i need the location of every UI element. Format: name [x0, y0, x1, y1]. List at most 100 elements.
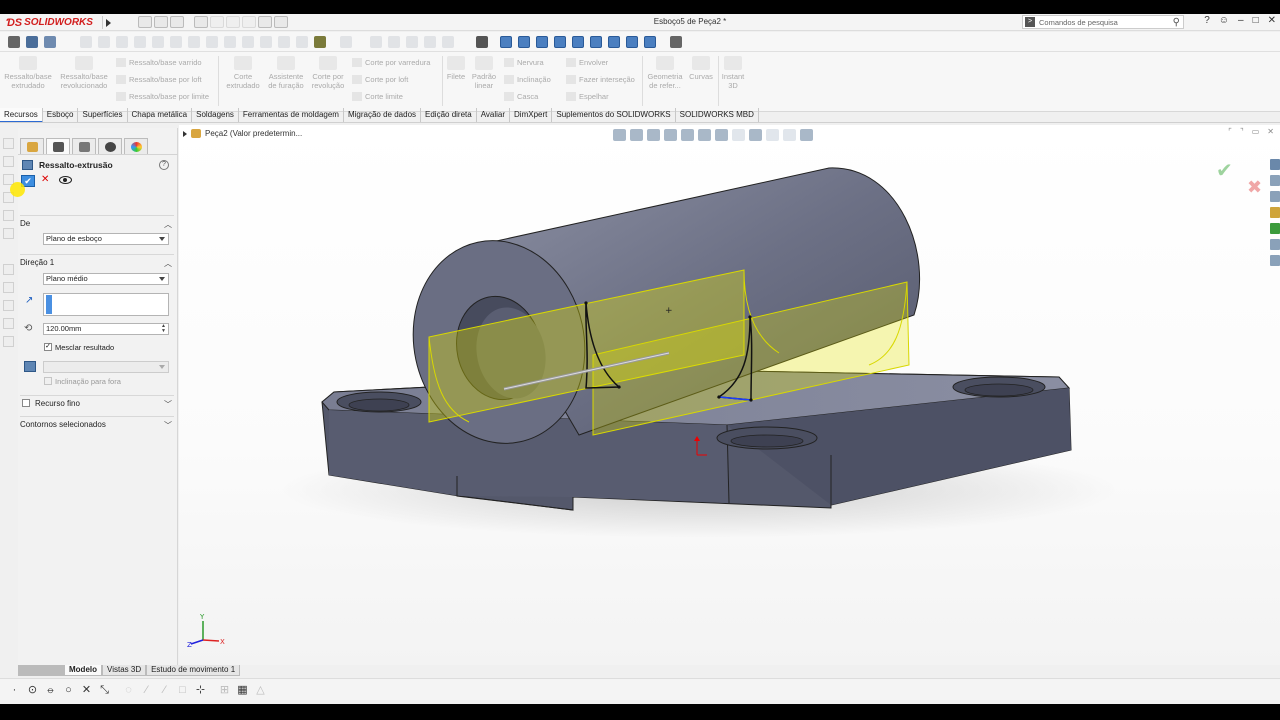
fillet-button[interactable]: Filete	[444, 56, 468, 81]
home-icon[interactable]	[1270, 159, 1280, 170]
tool-icon[interactable]: ◌	[122, 684, 135, 696]
view-triad-icon[interactable]: Y X Z	[187, 613, 225, 649]
close-button[interactable]: ✕	[1268, 15, 1276, 26]
sketch-tool-icon[interactable]	[314, 36, 326, 48]
normal-to-icon[interactable]	[476, 36, 488, 48]
merge-result-checkbox[interactable]: ✓	[44, 343, 52, 351]
featuremanager-tab[interactable]	[20, 138, 44, 154]
tool-icon[interactable]	[296, 36, 308, 48]
view-right-icon[interactable]	[554, 36, 566, 48]
minimize-button[interactable]: –	[1238, 15, 1244, 26]
preview-eye-icon[interactable]	[58, 174, 72, 184]
solidworks-logo[interactable]: ƊS SOLIDWORKS	[6, 16, 93, 29]
tool-icon[interactable]	[152, 36, 164, 48]
feature-tree-icon[interactable]	[3, 156, 14, 167]
tab-chapa-metalica[interactable]: Chapa metálica	[128, 108, 193, 123]
shell-button[interactable]: Casca	[504, 92, 538, 101]
tab-avaliar[interactable]: Avaliar	[477, 108, 511, 123]
intersect-button[interactable]: Fazer interseção	[566, 75, 635, 84]
dimension-icon[interactable]: ⊹	[194, 684, 207, 696]
user-icon[interactable]: ☺	[1219, 15, 1229, 26]
collapse-chevron-icon[interactable]: ︿	[164, 219, 172, 230]
collapse-chevron-icon[interactable]: ︿	[164, 258, 172, 269]
view-left-icon[interactable]	[536, 36, 548, 48]
open-document-icon[interactable]	[154, 16, 168, 28]
draft-outward-checkbox[interactable]	[44, 377, 52, 385]
tab-soldagens[interactable]: Soldagens	[192, 108, 239, 123]
tool-icon[interactable]	[340, 36, 352, 48]
depth-spinbox[interactable]: 120.00mm ▲ ▼	[43, 323, 169, 335]
tool-icon[interactable]	[80, 36, 92, 48]
selected-contours-section[interactable]: Contornos selecionados ﹀	[20, 416, 174, 431]
help-menu-button[interactable]: ?	[1204, 15, 1210, 26]
tab-dimxpert[interactable]: DimXpert	[510, 108, 553, 123]
revolve-boss-button[interactable]: Ressalto/base revolucionado	[56, 56, 112, 90]
feature-tree-icon[interactable]	[3, 318, 14, 329]
file-properties-icon[interactable]	[258, 16, 272, 28]
tab-migracao-de-dados[interactable]: Migração de dados	[344, 108, 422, 123]
extrude-boss-button[interactable]: Ressalto/base extrudado	[2, 56, 54, 90]
curves-button[interactable]: Curvas	[686, 56, 716, 81]
maximize-button[interactable]: □	[1253, 15, 1259, 26]
end-condition-select[interactable]: Plano médio	[43, 273, 169, 285]
sum-icon[interactable]	[224, 36, 236, 48]
tool-icon[interactable]	[260, 36, 272, 48]
sketch-icon[interactable]	[670, 36, 682, 48]
tool-icon[interactable]: △	[254, 684, 267, 696]
expand-chevron-icon[interactable]: ﹀	[164, 420, 172, 431]
boundary-cut-button[interactable]: Corte limite	[352, 92, 403, 101]
save-icon[interactable]	[170, 16, 184, 28]
dimxpertmanager-tab[interactable]	[98, 138, 122, 154]
tool-icon[interactable]	[98, 36, 110, 48]
trim-icon[interactable]: ✕	[80, 684, 93, 696]
view-top-icon[interactable]	[572, 36, 584, 48]
draft-button[interactable]: Inclinação	[504, 75, 551, 84]
tab-solidworks-mbd[interactable]: SOLIDWORKS MBD	[676, 108, 759, 123]
view-dimetric-icon[interactable]	[644, 36, 656, 48]
tool-icon[interactable]	[170, 36, 182, 48]
scroll-tab-placeholder[interactable]	[18, 665, 64, 676]
revolved-cut-button[interactable]: Corte por revolução	[308, 56, 348, 90]
tool-icon[interactable]: ⁄	[158, 684, 171, 696]
file-explorer-icon[interactable]	[1270, 207, 1280, 218]
circle-icon[interactable]: ○	[62, 684, 75, 696]
feature-tree-icon[interactable]	[3, 300, 14, 311]
thin-feature-section[interactable]: Recurso fino ﹀	[20, 395, 174, 409]
tool-icon[interactable]: ⊞	[218, 684, 231, 696]
lofted-cut-button[interactable]: Corte por loft	[352, 75, 408, 84]
grid-icon[interactable]: ▦	[236, 684, 249, 696]
tool-icon[interactable]	[370, 36, 382, 48]
view-icon[interactable]	[26, 36, 38, 48]
tab-estudo-de-movimento[interactable]: Estudo de movimento 1	[146, 665, 241, 676]
view-trimetric-icon[interactable]	[626, 36, 638, 48]
tool-icon[interactable]	[134, 36, 146, 48]
feature-tree-icon[interactable]	[3, 264, 14, 275]
view-isometric-icon[interactable]	[608, 36, 620, 48]
graphics-area[interactable]: Peça2 (Valor predetermin... ⌜ ⌝ ▭ ✕ ✔ ✖	[179, 125, 1280, 665]
mirror-button[interactable]: Espelhar	[566, 92, 609, 101]
tool-icon[interactable]	[242, 36, 254, 48]
tool-icon[interactable]	[442, 36, 454, 48]
tab-suplementos[interactable]: Suplementos do SOLIDWORKS	[552, 108, 676, 123]
options-gear-icon[interactable]	[274, 16, 288, 28]
displaymanager-tab[interactable]	[124, 138, 148, 154]
circle-target-icon[interactable]: ⊙	[26, 684, 39, 696]
menu-expand-icon[interactable]	[102, 16, 113, 29]
search-icon[interactable]: ⚲	[1173, 17, 1180, 28]
reverse-direction-icon[interactable]: ↗	[25, 295, 36, 306]
from-select[interactable]: Plano de esboço	[43, 233, 169, 245]
feature-tree-icon[interactable]	[3, 210, 14, 221]
tool-icon[interactable]	[388, 36, 400, 48]
configurationmanager-tab[interactable]	[72, 138, 96, 154]
view-back-icon[interactable]	[518, 36, 530, 48]
boundary-boss-button[interactable]: Ressalto/base por limite	[116, 92, 209, 101]
tab-superficies[interactable]: Superfícies	[78, 108, 128, 123]
tab-recursos[interactable]: Recursos	[0, 108, 43, 123]
tool-icon[interactable]	[278, 36, 290, 48]
view-front-icon[interactable]	[500, 36, 512, 48]
feature-tree-icon[interactable]	[3, 228, 14, 239]
view-bottom-icon[interactable]	[590, 36, 602, 48]
print-icon[interactable]	[194, 16, 208, 28]
dot-icon[interactable]: ·	[8, 684, 21, 696]
undo-icon[interactable]	[210, 16, 224, 28]
